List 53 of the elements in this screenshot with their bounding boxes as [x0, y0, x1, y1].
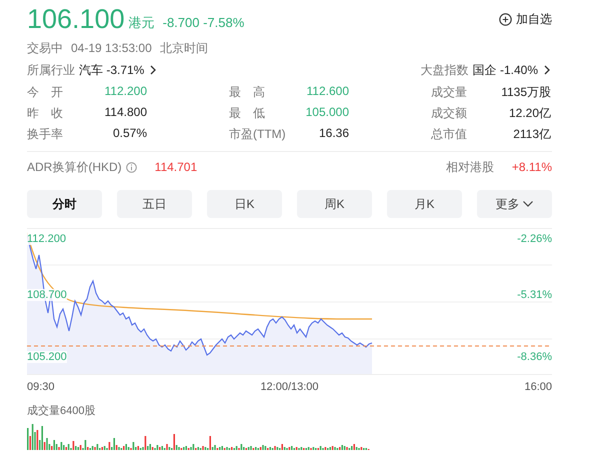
chart-tab[interactable]: 日K [207, 190, 282, 218]
stat-value: 114.800 [104, 105, 147, 121]
trading-status: 交易中 [27, 40, 63, 56]
time-axis-label: 16:00 [524, 381, 552, 395]
link-label: 大盘指数 [420, 62, 469, 78]
chevron-right-icon [542, 64, 552, 76]
industry-link[interactable]: 汽车 -3.71% [79, 62, 144, 78]
percent-axis-label: -8.36% [517, 351, 552, 363]
stat-label: 昨 收 [27, 105, 63, 122]
link-label: 所属行业 [27, 62, 75, 78]
time-axis-label: 09:30 [27, 381, 55, 395]
stat-label: 成交量 [431, 84, 467, 101]
add-watchlist-button[interactable]: 加自选 [499, 11, 552, 28]
stat-label: 今 开 [27, 84, 63, 101]
price-axis-label: 105.200 [27, 351, 67, 363]
plus-circle-icon [499, 13, 512, 26]
chart-tab[interactable]: 周K [297, 190, 372, 218]
timestamp: 04-19 13:53:00 [71, 41, 152, 55]
price-axis-label: 112.200 [27, 233, 66, 245]
market-index-link[interactable]: 国企 -1.40% [472, 62, 538, 78]
percent-axis-label: -5.31% [517, 289, 552, 301]
stat-value: 16.36 [318, 126, 349, 142]
price-change: -8.700 -7.58% [162, 14, 244, 32]
stock-price: 106.100 [27, 4, 125, 34]
stat-value: 1135万股 [501, 84, 551, 101]
stat-label: 最 低 [229, 105, 265, 122]
chart-tab[interactable]: 月K [387, 190, 462, 218]
chart-tab[interactable]: 分时 [27, 190, 102, 218]
timezone-label: 北京时间 [160, 40, 208, 56]
chevron-right-icon [148, 64, 158, 76]
stat-value: 12.20亿 [508, 105, 551, 122]
stat-value: 2113亿 [513, 126, 551, 143]
stat-label: 最 高 [229, 84, 265, 101]
stat-label: 市盈(TTM) [229, 126, 286, 143]
info-icon [126, 162, 137, 172]
chart-tab[interactable]: 五日 [117, 190, 192, 218]
time-axis-label: 12:00/13:00 [260, 381, 319, 395]
percent-axis-label: -2.26% [517, 233, 552, 245]
volume-label: 成交量6400股 [27, 404, 96, 418]
stat-value: 112.600 [306, 84, 349, 100]
stat-label: 成交额 [431, 105, 467, 122]
currency-label: 港元 [128, 14, 155, 32]
chart-tab[interactable]: 更多 [477, 190, 552, 218]
relative-label: 相对港股 [446, 158, 494, 176]
adr-price: 114.701 [154, 160, 198, 174]
price-axis-label: 108.700 [27, 289, 67, 301]
stat-label: 总市值 [431, 126, 467, 143]
stat-value: 0.57% [112, 126, 147, 142]
adr-label: ADR换算价(HKD) [27, 158, 122, 176]
stat-value: 105.000 [306, 105, 349, 121]
relative-change: +8.11% [512, 160, 552, 174]
stat-label: 换手率 [27, 126, 63, 143]
stat-value: 112.200 [104, 84, 147, 100]
